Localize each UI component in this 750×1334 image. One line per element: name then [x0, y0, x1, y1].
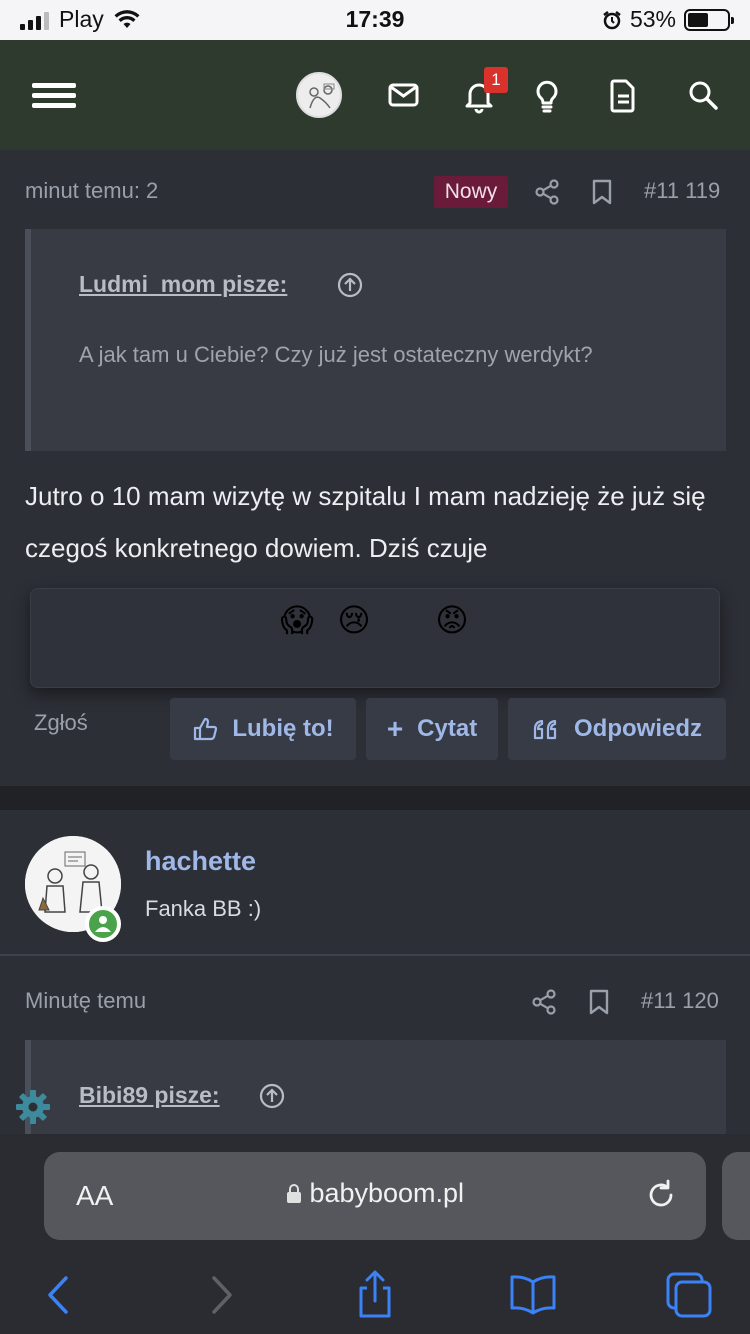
post-body: Jutro o 10 mam wizytę w szpitalu I mam n…: [25, 481, 706, 563]
url-text: babyboom.pl: [44, 1178, 706, 1209]
user-avatar-header[interactable]: [296, 72, 342, 118]
app-header: 1: [0, 40, 750, 150]
post-separator: [0, 786, 750, 810]
quote-marks-icon: [533, 719, 557, 740]
username-link[interactable]: hachette: [145, 846, 256, 877]
back-icon[interactable]: [34, 1270, 84, 1320]
quote-author-link[interactable]: Bibi89 pisze:: [79, 1082, 220, 1109]
reaction-scream[interactable]: 😱: [276, 599, 318, 641]
battery-percent: 53%: [629, 6, 676, 32]
reaction-angry[interactable]: 😡: [431, 599, 473, 641]
quote-block: Bibi89 pisze:: [25, 1040, 726, 1140]
arrow-up-circle-icon[interactable]: [337, 272, 363, 298]
search-icon[interactable]: [680, 72, 726, 118]
battery-icon: [684, 8, 734, 31]
lock-icon: [286, 1184, 301, 1203]
browser-toolbar: AA babyboom.pl: [0, 1134, 750, 1334]
post-author: hachette Fanka BB :): [0, 810, 750, 956]
plus-icon: +: [386, 713, 404, 744]
quote-label: Cytat: [417, 715, 478, 742]
menu-icon[interactable]: [30, 72, 78, 118]
reload-icon[interactable]: [644, 1178, 678, 1212]
bookmark-icon[interactable]: [588, 178, 616, 206]
like-label: Lubię to!: [232, 715, 334, 742]
reply-label: Odpowiedz: [574, 715, 702, 742]
report-link[interactable]: Zgłoś: [34, 710, 88, 736]
next-tab-preview[interactable]: [722, 1152, 750, 1240]
reply-button[interactable]: Odpowiedz: [508, 698, 726, 760]
quote-button[interactable]: + Cytat: [366, 698, 498, 760]
reaction-picker: 😱 😢 😡: [30, 588, 720, 688]
reaction-sad[interactable]: 😢: [333, 599, 375, 641]
quote-author-link[interactable]: Ludmi_mom pisze:: [79, 271, 287, 298]
new-badge: Nowy: [434, 176, 508, 208]
thumbs-up-icon: [194, 717, 218, 741]
bookmark-icon[interactable]: [585, 988, 613, 1016]
notification-badge: 1: [484, 67, 508, 93]
alarm-icon: [603, 10, 621, 29]
share-icon[interactable]: [530, 988, 558, 1016]
bookmarks-icon[interactable]: [508, 1270, 558, 1320]
document-icon[interactable]: [600, 72, 646, 118]
screen: Play 17:39 53% 1 minut temu: 2 Nowy #11 …: [0, 0, 750, 1334]
status-bar: Play 17:39 53%: [0, 0, 750, 40]
arrow-up-circle-icon[interactable]: [259, 1083, 285, 1109]
share-sheet-icon[interactable]: [350, 1270, 400, 1320]
post-time[interactable]: minut temu: 2: [25, 178, 158, 204]
tabs-icon[interactable]: [664, 1270, 714, 1320]
post2-time[interactable]: Minutę temu: [25, 988, 146, 1014]
mail-icon[interactable]: [380, 72, 426, 118]
quote-block: Ludmi_mom pisze: A jak tam u Ciebie? Czy…: [25, 229, 726, 451]
gear-icon[interactable]: [14, 1088, 52, 1126]
share-icon[interactable]: [533, 178, 561, 206]
post-number[interactable]: #11 119: [644, 178, 720, 204]
forward-icon[interactable]: [196, 1270, 246, 1320]
url-label: babyboom.pl: [309, 1178, 465, 1208]
lightbulb-icon[interactable]: [524, 72, 570, 118]
post2-number[interactable]: #11 120: [641, 988, 719, 1014]
like-button[interactable]: Lubię to!: [170, 698, 356, 760]
user-title: Fanka BB :): [145, 896, 262, 921]
quote-text: A jak tam u Ciebie? Czy już jest ostatec…: [79, 342, 593, 367]
online-status-icon: [85, 906, 121, 942]
address-bar[interactable]: AA babyboom.pl: [44, 1152, 706, 1240]
